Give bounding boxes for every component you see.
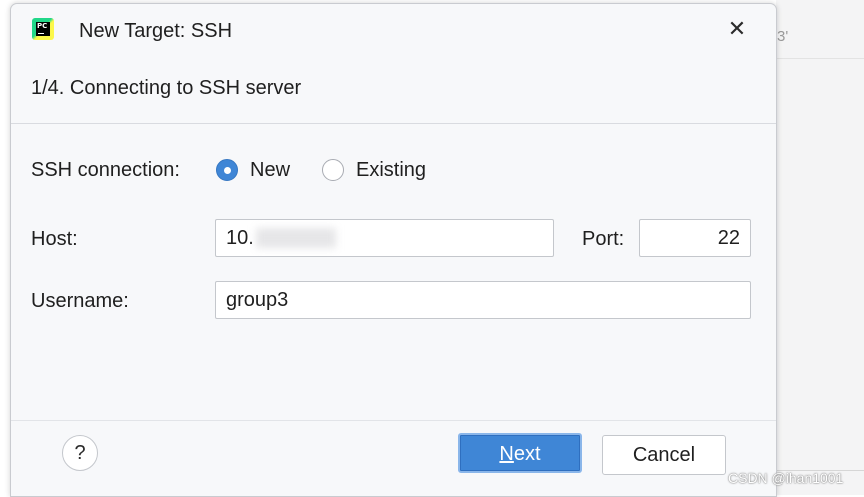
username-input[interactable]: group3 xyxy=(215,281,751,319)
close-icon[interactable]: ✕ xyxy=(724,16,750,42)
header-divider xyxy=(11,123,776,124)
redacted-area xyxy=(256,228,336,248)
radio-new-label[interactable]: New xyxy=(250,159,290,182)
dialog-title: New Target: SSH xyxy=(79,20,233,42)
radio-new[interactable] xyxy=(216,159,238,181)
next-mnemonic: N xyxy=(499,443,514,465)
background-window xyxy=(776,0,864,495)
username-value: group3 xyxy=(226,289,289,311)
dialog-titlebar: PC New Target: SSH ✕ xyxy=(11,4,776,56)
background-divider xyxy=(776,58,864,59)
username-label: Username: xyxy=(31,290,129,312)
pycharm-icon: PC xyxy=(32,18,54,40)
host-input[interactable]: 10. xyxy=(215,219,554,257)
ssh-connection-label: SSH connection: xyxy=(31,159,180,181)
next-label: ext xyxy=(513,443,541,465)
help-icon[interactable]: ? xyxy=(62,435,98,471)
radio-existing-label[interactable]: Existing xyxy=(356,159,426,182)
port-input[interactable]: 22 xyxy=(639,219,751,257)
watermark: CSDN @ihan1001 xyxy=(728,470,844,486)
port-label: Port: xyxy=(582,228,625,250)
port-value: 22 xyxy=(717,227,740,249)
cancel-button[interactable]: Cancel xyxy=(602,435,726,475)
host-value: 10. xyxy=(226,227,254,249)
host-label: Host: xyxy=(31,228,78,250)
next-button[interactable]: Next xyxy=(458,433,582,473)
background-partial-text: 3' xyxy=(777,28,789,45)
footer-divider xyxy=(11,420,776,421)
new-target-ssh-dialog: PC New Target: SSH ✕ 1/4. Connecting to … xyxy=(10,3,777,497)
step-label: 1/4. Connecting to SSH server xyxy=(31,77,302,99)
radio-existing[interactable] xyxy=(322,159,344,181)
